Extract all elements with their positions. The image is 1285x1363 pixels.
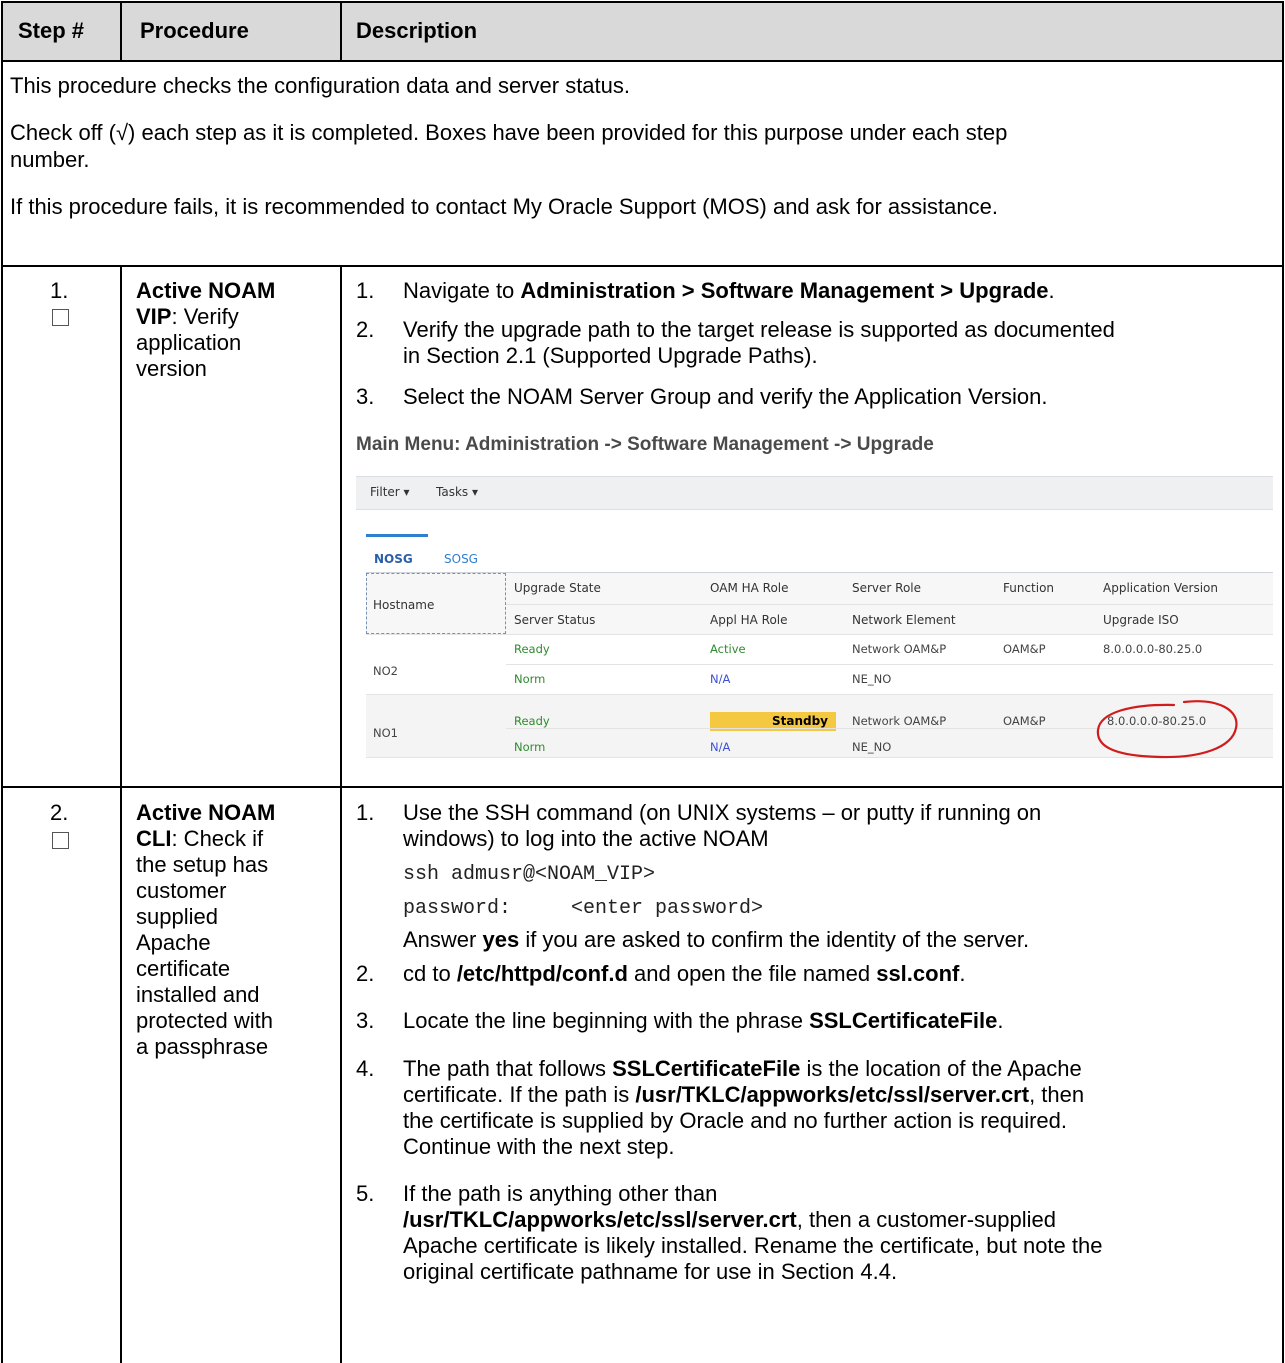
table-row[interactable]: NO1 <box>373 726 398 740</box>
col-server-status: Server Status <box>514 613 596 627</box>
cell-server-role: Network OAM&P <box>852 714 947 728</box>
intro-line-1: This procedure checks the configuration … <box>10 73 631 98</box>
step-1-item-2-num: 2. <box>356 317 375 342</box>
procedure-document: Step # Procedure Description This proced… <box>0 0 1285 1363</box>
screenshot-toolbar: Filter ▾ Tasks ▾ <box>356 476 1273 510</box>
step-2-item-4a: The path that follows SSLCertificateFile… <box>403 1056 1082 1081</box>
step-2-item-5a: If the path is anything other than <box>403 1181 718 1206</box>
cell-server-status: Norm <box>514 672 546 686</box>
step-2-item-3-num: 3. <box>356 1008 375 1033</box>
step-1-checkbox[interactable] <box>52 309 69 326</box>
step-2-title-i: protected with <box>136 1008 273 1033</box>
step-2-title-a: Active NOAM <box>136 800 276 825</box>
step-2-item-3: Locate the line beginning with the phras… <box>403 1008 1004 1033</box>
tab-sosg[interactable]: SOSG <box>444 552 478 566</box>
cell-upgrade-state: Ready <box>514 714 550 728</box>
step-2-title-j: a passphrase <box>136 1034 269 1059</box>
step-1-item-2b: in Section 2.1 (Supported Upgrade Paths)… <box>403 343 818 368</box>
screenshot-title: Main Menu: Administration -> Software Ma… <box>356 434 934 455</box>
filter-menu[interactable]: Filter ▾ <box>370 485 410 499</box>
cell-appl-ha-role: N/A <box>710 740 731 754</box>
col-appl-ha-role: Appl HA Role <box>710 613 788 627</box>
header-procedure: Procedure <box>140 18 249 43</box>
col-application-version: Application Version <box>1103 581 1218 595</box>
step-2-item-2: cd to /etc/httpd/conf.d and open the fil… <box>403 961 966 986</box>
step-2-item-1a: Use the SSH command (on UNIX systems – o… <box>403 800 1042 825</box>
password-value: <enter password> <box>571 897 764 920</box>
password-label: password: <box>403 897 512 920</box>
cell-network-element: NE_NO <box>852 672 892 686</box>
step-1-item-1-text: Navigate to Administration > Software Ma… <box>403 278 1055 303</box>
step-2-item-4b: certificate. If the path is /usr/TKLC/ap… <box>403 1082 1085 1107</box>
intro-line-2a: Check off (√) each step as it is complet… <box>10 120 1008 145</box>
step-2-checkbox[interactable] <box>52 832 69 849</box>
intro-line-3: If this procedure fails, it is recommend… <box>10 194 998 219</box>
step-1-item-3-num: 3. <box>356 384 375 409</box>
red-circle-annotation <box>1096 700 1238 759</box>
upgrade-screenshot: Main Menu: Administration -> Software Ma… <box>356 426 1276 778</box>
header-step: Step # <box>18 18 85 43</box>
step-2-item-4c: the certificate is supplied by Oracle an… <box>403 1108 1068 1133</box>
step-2-item-5b: /usr/TKLC/appworks/etc/ssl/server.crt, t… <box>403 1207 1056 1232</box>
step-2-title-d: customer <box>136 878 227 903</box>
cell-upgrade-state: Ready <box>514 642 550 656</box>
step-1-item-1: 1. <box>356 278 375 303</box>
table-row[interactable]: NO2 <box>373 664 398 678</box>
col-hostname: Hostname <box>373 598 435 612</box>
step-2-item-1b: windows) to log into the active NOAM <box>403 826 769 851</box>
step-2-item-5d: original certificate pathname for use in… <box>403 1259 898 1284</box>
step-1-title-d: version <box>136 356 207 381</box>
step-2-item-4d: Continue with the next step. <box>403 1134 675 1159</box>
step-2-title-g: certificate <box>136 956 231 981</box>
step-2-title-f: Apache <box>136 930 211 955</box>
step-2-item-5-num: 5. <box>356 1181 375 1206</box>
cell-application-version: 8.0.0.0.0-80.25.0 <box>1103 642 1203 656</box>
cell-server-status: Norm <box>514 740 546 754</box>
step-2-item-1-num: 1. <box>356 800 375 825</box>
step-1-title-a: Active NOAM <box>136 278 276 303</box>
step-2-title-b: CLI: Check if <box>136 826 264 851</box>
step-2-item-5c: Apache certificate is likely installed. … <box>403 1233 1103 1258</box>
col-oam-ha-role: OAM HA Role <box>710 581 789 595</box>
col-network-element: Network Element <box>852 613 956 627</box>
cell-network-element: NE_NO <box>852 740 892 754</box>
cell-appl-ha-role: N/A <box>710 672 731 686</box>
col-upgrade-iso: Upgrade ISO <box>1103 613 1179 627</box>
intro-line-2b: number. <box>10 147 90 172</box>
cell-oam-ha-role: Active <box>710 642 746 656</box>
step-1-number: 1. <box>50 278 69 303</box>
step-2-title-h: installed and <box>136 982 260 1007</box>
step-2-title-c: the setup has <box>136 852 269 877</box>
step-2-item-4-num: 4. <box>356 1056 375 1081</box>
tab-nosg[interactable]: NOSG <box>374 552 413 566</box>
col-upgrade-state: Upgrade State <box>514 581 601 595</box>
step-2-item-2-num: 2. <box>356 961 375 986</box>
ssh-command: ssh admusr@<NOAM_VIP> <box>403 863 656 886</box>
col-server-role: Server Role <box>852 581 922 595</box>
header-description: Description <box>356 18 478 43</box>
cell-function: OAM&P <box>1003 642 1046 656</box>
tasks-menu[interactable]: Tasks ▾ <box>436 485 478 499</box>
step-1-item-2a: Verify the upgrade path to the target re… <box>403 317 1115 342</box>
step-1-title-b: VIP: Verify <box>136 304 239 329</box>
step-1-item-3: Select the NOAM Server Group and verify … <box>403 384 1048 409</box>
cell-function: OAM&P <box>1003 714 1046 728</box>
cell-server-role: Network OAM&P <box>852 642 947 656</box>
step-1-title-c: application <box>136 330 242 355</box>
step-2-title-e: supplied <box>136 904 218 929</box>
col-function: Function <box>1003 581 1055 595</box>
answer-yes-text: Answer yes if you are asked to confirm t… <box>403 927 1030 952</box>
step-2-number: 2. <box>50 800 69 825</box>
